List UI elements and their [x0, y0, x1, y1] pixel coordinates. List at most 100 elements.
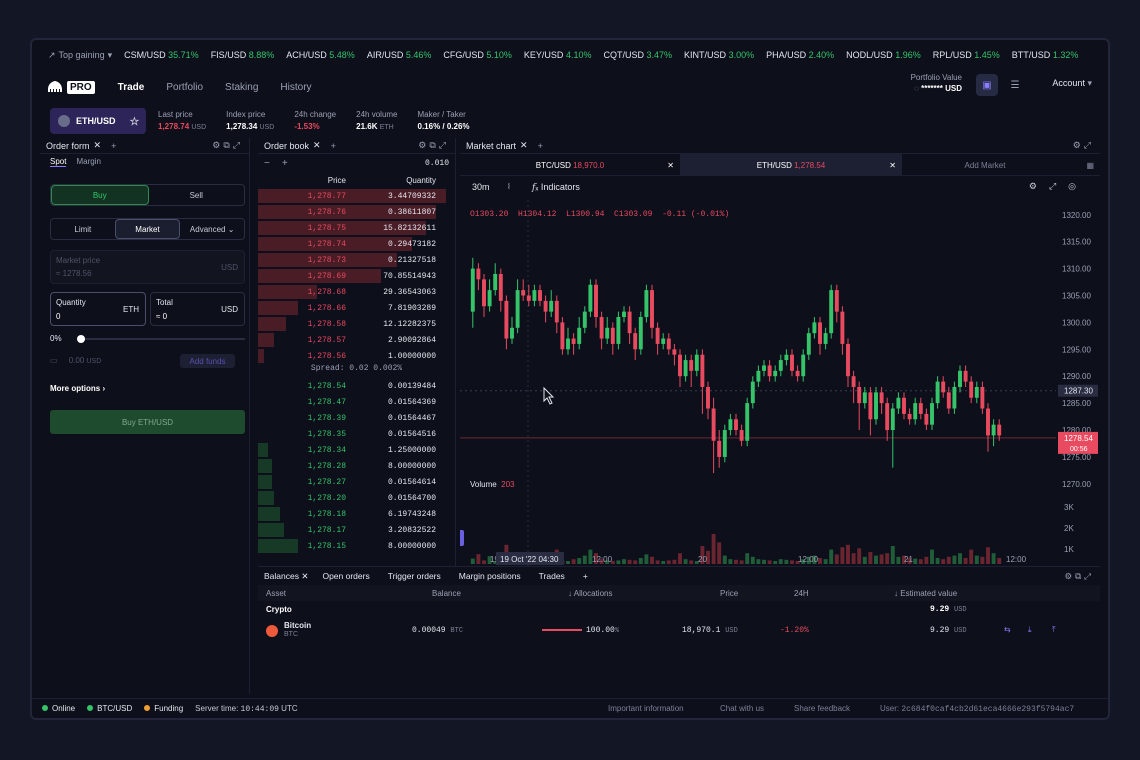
pair-selector[interactable]: ETH/USD ☆: [50, 108, 146, 134]
account-menu[interactable]: Account ▾: [1052, 78, 1092, 89]
advanced-dropdown[interactable]: Advanced ⌄: [180, 219, 244, 239]
ticker-item[interactable]: RPL/USD 1.45%: [933, 50, 1000, 60]
quantity-field[interactable]: Quantity 0 ETH: [50, 292, 146, 326]
ask-row[interactable]: 1,278.68 29.36543063: [258, 284, 455, 300]
ticker-item[interactable]: KINT/USD 3.00%: [684, 50, 754, 60]
bid-row[interactable]: 1,278.27 0.01564614: [258, 474, 455, 490]
panel-tools-icons[interactable]: ⚙⧉⤢: [1065, 571, 1095, 582]
bid-row[interactable]: 1,278.15 8.00000000: [258, 538, 455, 554]
ask-row[interactable]: 1,278.56 1.00000000: [258, 348, 455, 364]
panel-tools-icons[interactable]: ⚙⧉⤢: [212, 140, 243, 151]
add-tab-icon[interactable]: +: [583, 571, 588, 581]
deposit-icon[interactable]: ⤓: [1028, 625, 1032, 635]
ticker-item[interactable]: CSM/USD 35.71%: [124, 50, 199, 60]
add-market-tab[interactable]: Add Market: [902, 154, 1068, 176]
add-panel-icon[interactable]: +: [331, 141, 336, 151]
tab-margin[interactable]: Margin: [76, 157, 100, 167]
ask-row[interactable]: 1,278.66 7.81903289: [258, 300, 455, 316]
total-field[interactable]: Total ≈ 0 USD: [150, 292, 245, 326]
withdraw-icon[interactable]: ⤒: [1052, 625, 1056, 635]
submit-order-button[interactable]: Buy ETH/USD: [50, 410, 245, 434]
chart-settings-icons[interactable]: ⚙⤢◎: [1029, 181, 1088, 192]
video-icon[interactable]: ▣: [976, 74, 998, 96]
bid-row[interactable]: 1,278.18 6.19743248: [258, 506, 455, 522]
ticker-item[interactable]: KEY/USD 4.10%: [524, 50, 592, 60]
ask-row[interactable]: 1,278.73 0.21327518: [258, 252, 455, 268]
ticker-item[interactable]: CFG/USD 5.10%: [443, 50, 512, 60]
interval-selector[interactable]: 30m: [472, 182, 490, 192]
bid-row[interactable]: 1,278.39 0.01564467: [258, 410, 455, 426]
ticker-item[interactable]: FIS/USD 8.88%: [211, 50, 275, 60]
ticker-item[interactable]: NODL/USD 1.96%: [846, 50, 921, 60]
bid-row[interactable]: 1,278.54 0.00139484: [258, 378, 455, 394]
ask-row[interactable]: 1,278.76 0.38611807: [258, 204, 455, 220]
chat-link[interactable]: Chat with us: [720, 704, 764, 713]
candle-body: [963, 370, 968, 382]
bid-row[interactable]: 1,278.35 0.01564516: [258, 426, 455, 442]
bid-row[interactable]: 1,278.28 8.00000000: [258, 458, 455, 474]
market-toggle[interactable]: Market: [114, 219, 181, 239]
close-icon[interactable]: ✕: [520, 140, 528, 151]
add-panel-icon[interactable]: +: [111, 141, 116, 151]
sort-estimated-value[interactable]: ↓ Estimated value: [894, 589, 957, 598]
chevron-down-icon: ▾: [107, 49, 113, 60]
add-funds-button[interactable]: Add funds: [180, 354, 235, 368]
more-options-toggle[interactable]: More options ›: [50, 384, 105, 393]
minus-icon[interactable]: −: [264, 158, 270, 169]
star-icon[interactable]: ☆: [130, 115, 140, 128]
ticker-item[interactable]: ACH/USD 5.48%: [286, 50, 355, 60]
bid-row[interactable]: 1,278.20 0.01564700: [258, 490, 455, 506]
panel-tools-icons[interactable]: ⚙⤢: [1073, 140, 1094, 151]
indicators-button[interactable]: fₓ Indicators: [532, 182, 580, 193]
ask-row[interactable]: 1,278.74 0.29473182: [258, 236, 455, 252]
tab-eth-usd[interactable]: ETH/USD 1,278.54 ✕: [680, 154, 902, 176]
tab-trades[interactable]: Trades: [539, 571, 565, 581]
close-icon[interactable]: ✕: [313, 140, 321, 151]
limit-toggle[interactable]: Limit: [51, 219, 115, 239]
ticker-item[interactable]: BTT/USD 1.32%: [1012, 50, 1079, 60]
tick-size-row: − + 0.010: [264, 157, 449, 169]
ticker-item[interactable]: CQT/USD 3.47%: [603, 50, 672, 60]
plus-icon[interactable]: +: [282, 158, 288, 169]
important-info-link[interactable]: Important information: [608, 704, 684, 713]
table-row[interactable]: Bitcoin BTC 0.00049 BTC 100.00% 18,970.1…: [258, 617, 1100, 643]
feedback-link[interactable]: Share feedback: [794, 704, 850, 713]
buy-toggle[interactable]: Buy: [51, 185, 149, 205]
close-icon[interactable]: ✕: [94, 140, 102, 151]
tab-margin-positions[interactable]: Margin positions: [459, 571, 521, 581]
kraken-logo[interactable]: PRO: [48, 80, 95, 94]
ask-row[interactable]: 1,278.57 2.90092864: [258, 332, 455, 348]
nav-history[interactable]: History: [269, 82, 322, 93]
add-panel-icon[interactable]: +: [538, 141, 543, 151]
volume-bar: [840, 547, 845, 564]
amount-slider[interactable]: [77, 335, 245, 343]
panel-tools-icons[interactable]: ⚙⧉⤢: [418, 140, 449, 151]
tab-spot[interactable]: Spot: [50, 157, 67, 167]
ticker-item[interactable]: AIR/USD 5.46%: [367, 50, 432, 60]
settings-sliders-icon[interactable]: ☰: [1004, 74, 1026, 96]
bid-row[interactable]: 1,278.34 1.25000000: [258, 442, 455, 458]
candle-type-icon[interactable]: ⧘: [508, 181, 510, 192]
sell-toggle[interactable]: Sell: [149, 185, 245, 205]
tab-btc-usd[interactable]: BTC/USD 18,970.0 ✕: [460, 154, 680, 176]
bid-row[interactable]: 1,278.17 3.20832522: [258, 522, 455, 538]
candlestick-chart[interactable]: 1320.00 1315.00 1310.00 1305.00 1300.00 1295.…: [460, 200, 1100, 566]
slider-handle[interactable]: [77, 335, 85, 343]
nav-trade[interactable]: Trade: [107, 82, 156, 93]
y-tick-label: 1295.00: [1062, 345, 1091, 354]
nav-staking[interactable]: Staking: [214, 82, 269, 93]
ask-row[interactable]: 1,278.69 70.85514943: [258, 268, 455, 284]
sort-allocations[interactable]: ↓ Allocations: [568, 589, 612, 598]
bid-row[interactable]: 1,278.47 0.01564369: [258, 394, 455, 410]
ticker-item[interactable]: PHA/USD 2.40%: [766, 50, 834, 60]
tab-balances[interactable]: Balances ✕: [264, 571, 308, 582]
nav-portfolio[interactable]: Portfolio: [155, 82, 214, 93]
grid-icon[interactable]: ▦: [1086, 154, 1094, 176]
top-gaining-dropdown[interactable]: ↗ Top gaining ▾: [48, 50, 112, 61]
tab-open-orders[interactable]: Open orders: [322, 571, 369, 581]
tab-trigger-orders[interactable]: Trigger orders: [388, 571, 441, 581]
transfer-icon[interactable]: ⇆: [1004, 625, 1011, 634]
ask-row[interactable]: 1,278.75 15.82132611: [258, 220, 455, 236]
ask-row[interactable]: 1,278.77 3.44709332: [258, 188, 455, 204]
ask-row[interactable]: 1,278.58 12.12282375: [258, 316, 455, 332]
